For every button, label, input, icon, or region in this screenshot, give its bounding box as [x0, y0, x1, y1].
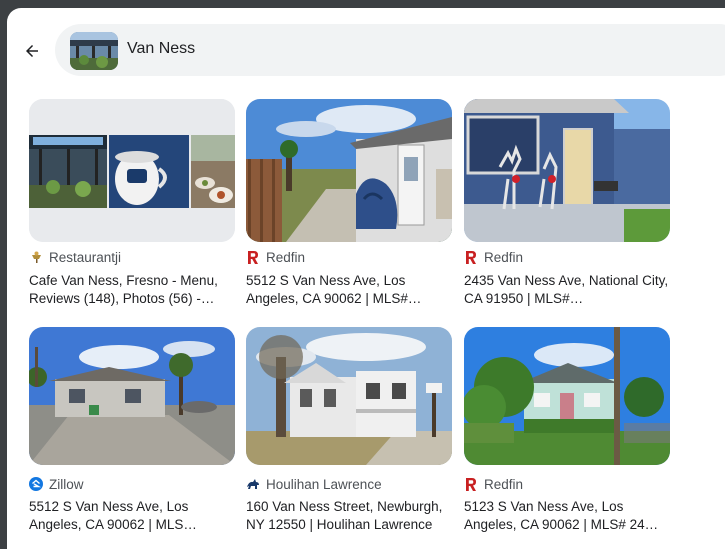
- redfin-favicon-icon: [246, 250, 260, 264]
- result-thumbnail[interactable]: [29, 99, 235, 242]
- result-title[interactable]: 2435 Van Ness Ave, National City, CA 919…: [464, 272, 670, 308]
- result-thumbnail[interactable]: [246, 99, 452, 242]
- result-title[interactable]: 160 Van Ness Street, Newburgh, NY 12550 …: [246, 498, 452, 534]
- result-source-name: Houlihan Lawrence: [266, 476, 382, 492]
- restaurantji-favicon-icon: [29, 250, 43, 264]
- result-source: Redfin: [464, 476, 523, 492]
- result-source-name: Restaurantji: [49, 249, 122, 265]
- result-title[interactable]: 5123 S Van Ness Ave, Los Angeles, CA 900…: [464, 498, 670, 534]
- result-source-name: Redfin: [266, 249, 306, 265]
- result-source: Houlihan Lawrence: [246, 476, 382, 492]
- result-source-name: Redfin: [484, 249, 524, 265]
- search-bar[interactable]: Van Ness: [55, 24, 725, 76]
- result-source-name: Zillow: [49, 476, 84, 492]
- result-thumbnail[interactable]: [464, 99, 670, 242]
- result-title[interactable]: 5512 S Van Ness Ave, Los Angeles, CA 900…: [29, 498, 235, 534]
- redfin-favicon-icon: [464, 477, 478, 491]
- search-query[interactable]: Van Ness: [127, 40, 195, 58]
- search-image-thumbnail[interactable]: [70, 32, 118, 70]
- image-search-panel: Van Ness Restaurantji Cafe Van Ness, Fre…: [7, 8, 725, 549]
- result-source: Zillow: [29, 476, 84, 492]
- result-source: Restaurantji: [29, 249, 121, 265]
- result-thumbnail[interactable]: [464, 327, 670, 465]
- result-title[interactable]: 5512 S Van Ness Ave, Los Angeles, CA 900…: [246, 272, 452, 308]
- result-source-name: Redfin: [484, 476, 524, 492]
- result-title[interactable]: Cafe Van Ness, Fresno - Menu, Reviews (1…: [29, 272, 235, 308]
- result-thumbnail[interactable]: [29, 327, 235, 465]
- result-source: Redfin: [246, 249, 305, 265]
- redfin-favicon-icon: [464, 250, 478, 264]
- result-source: Redfin: [464, 249, 523, 265]
- back-button[interactable]: [20, 39, 44, 63]
- result-thumbnail[interactable]: [246, 327, 452, 465]
- zillow-favicon-icon: [29, 477, 43, 491]
- houlihan-lawrence-favicon-icon: [246, 477, 260, 491]
- arrow-left-icon: [26, 45, 38, 57]
